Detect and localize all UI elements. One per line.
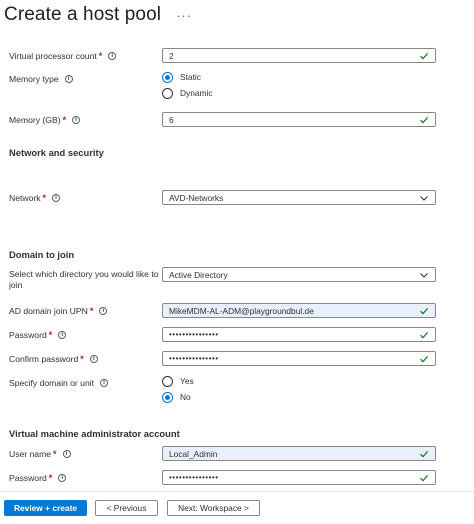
info-icon[interactable]: i [100,379,109,387]
vcpu-input[interactable]: 2 [162,48,436,63]
memory-gb-label: Memory (GB) [9,115,61,125]
admin-password-input[interactable]: ••••••••••••••• [162,470,436,485]
required-marker: * [62,115,67,125]
required-marker: * [42,193,47,203]
admin-password-label-row: Password * i [9,470,67,486]
check-icon [420,474,429,481]
info-icon[interactable]: i [89,355,98,363]
required-marker: * [48,330,53,340]
create-host-pool-page: Create a host pool ··· Virtual processor… [0,0,474,524]
radio-selected-icon [162,71,173,83]
vcpu-label: Virtual processor count [9,51,97,61]
check-icon [420,450,429,457]
memory-type-static-radio[interactable]: Static [162,70,201,84]
directory-dropdown[interactable]: Active Directory [162,267,436,282]
check-icon [420,307,429,314]
info-icon[interactable]: i [64,75,73,83]
directory-value: Active Directory [169,269,228,280]
confirm-password-value: ••••••••••••••• [169,354,219,363]
upn-label-row: AD domain join UPN * i [9,303,108,319]
radio-label: Yes [180,376,194,386]
info-icon[interactable]: i [58,474,67,482]
upn-value: MikeMDM-AL-ADM@playgroundbul.de [169,305,314,316]
info-icon[interactable]: i [99,307,108,315]
radio-selected-icon [162,391,173,403]
domain-password-value: ••••••••••••••• [169,330,219,339]
username-label: User name [9,449,52,459]
memory-type-label-row: Memory type i [9,71,73,87]
chevron-down-icon [420,195,428,201]
memory-gb-input[interactable]: 6 [162,112,436,127]
radio-label: Dynamic [180,88,213,98]
confirm-password-label: Confirm password [9,354,79,364]
network-value: AVD-Networks [169,192,224,203]
network-dropdown[interactable]: AVD-Networks [162,190,436,205]
username-input[interactable]: Local_Admin [162,446,436,461]
required-marker: * [80,354,84,364]
check-icon [420,52,429,59]
network-section-heading: Network and security [9,147,104,158]
info-icon[interactable]: i [62,450,71,458]
memory-type-dynamic-radio[interactable]: Dynamic [162,86,213,100]
info-icon[interactable]: i [58,331,67,339]
required-marker: * [48,473,53,483]
footer-divider [0,491,474,492]
radio-unselected-icon [162,87,173,99]
directory-label-line2: join [9,280,23,290]
page-title: Create a host pool [4,4,162,25]
memory-gb-value: 6 [169,114,174,125]
info-icon[interactable]: i [108,52,117,60]
title-row: Create a host pool ··· [4,3,192,27]
info-icon[interactable]: i [72,116,81,124]
specify-domain-no-radio[interactable]: No [162,390,191,404]
upn-input[interactable]: MikeMDM-AL-ADM@playgroundbul.de [162,303,436,318]
vcpu-label-row: Virtual processor count * i [9,48,117,64]
network-label-row: Network * i [9,190,61,206]
previous-button[interactable]: < Previous [95,500,158,516]
domain-password-label: Password [9,330,47,340]
vcpu-value: 2 [169,50,174,61]
admin-section-heading: Virtual machine administrator account [9,428,180,439]
network-label: Network [9,193,41,203]
specify-domain-yes-radio[interactable]: Yes [162,374,194,388]
info-icon[interactable]: i [52,194,61,202]
check-icon [420,331,429,338]
confirm-password-input[interactable]: ••••••••••••••• [162,351,436,366]
confirm-password-label-row: Confirm password * i [9,351,98,367]
memory-type-label: Memory type [9,74,59,84]
chevron-down-icon [420,272,428,278]
directory-label-line1: Select which directory you would like to [9,269,159,279]
username-label-row: User name * i [9,446,71,462]
domain-section-heading: Domain to join [9,249,75,260]
check-icon [420,355,429,362]
username-value: Local_Admin [169,448,218,459]
specify-domain-label-row: Specify domain or unit i [9,375,109,391]
more-options-icon[interactable]: ··· [176,9,192,22]
required-marker: * [53,449,57,459]
upn-label: AD domain join UPN [9,306,88,316]
check-icon [420,116,429,123]
radio-label: No [180,392,191,402]
radio-label: Static [180,72,201,82]
specify-domain-label: Specify domain or unit [9,378,95,388]
radio-unselected-icon [162,375,173,387]
required-marker: * [98,51,103,61]
memory-gb-label-row: Memory (GB) * i [9,112,81,128]
next-workspace-button[interactable]: Next: Workspace > [167,500,260,516]
admin-password-label: Password [9,473,47,483]
required-marker: * [89,306,94,316]
admin-password-value: ••••••••••••••• [169,473,219,482]
domain-password-label-row: Password * i [9,327,67,343]
directory-label: Select which directory you would like to… [9,269,159,291]
review-create-button[interactable]: Review + create [4,500,87,516]
domain-password-input[interactable]: ••••••••••••••• [162,327,436,342]
